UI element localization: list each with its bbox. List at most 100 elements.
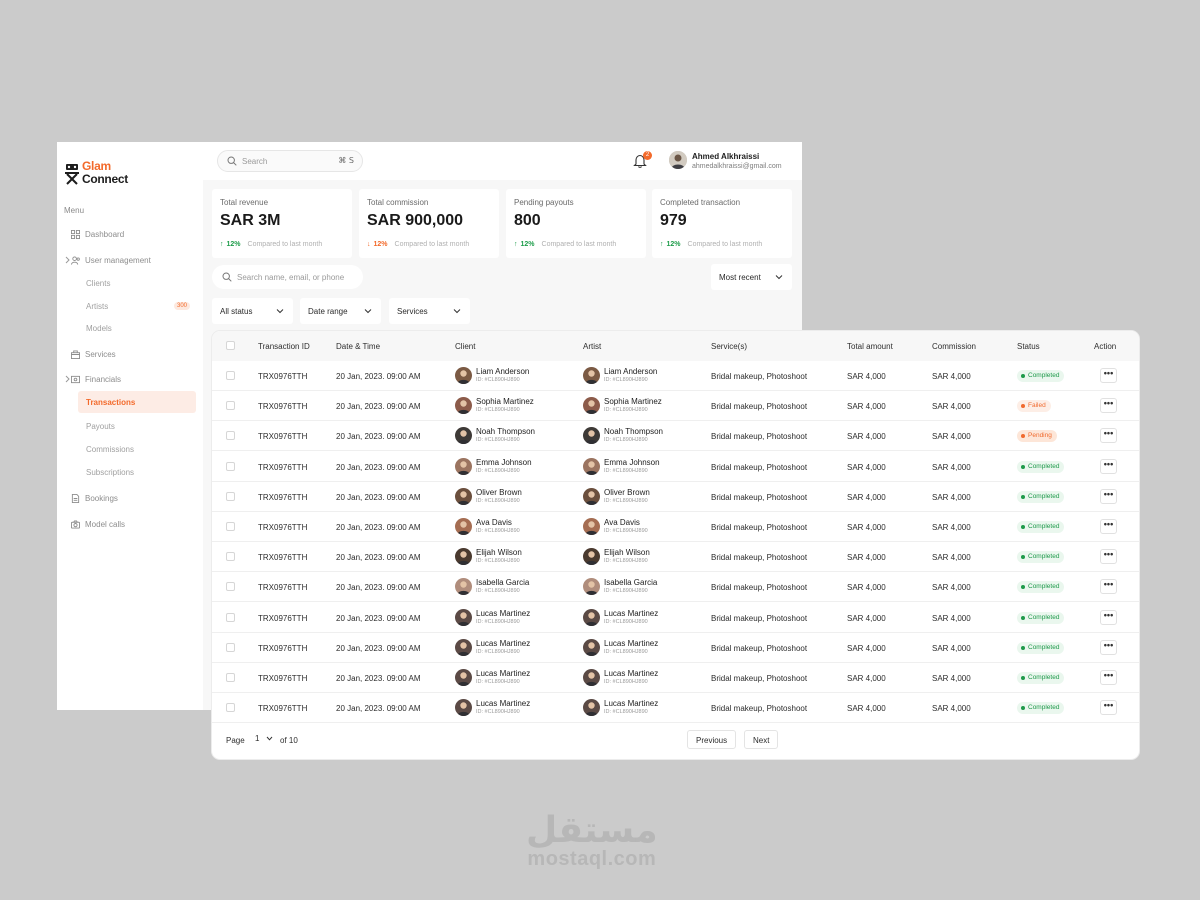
row-actions-button[interactable]: •••	[1100, 670, 1117, 685]
col-total-amount[interactable]: Total amount	[847, 342, 893, 351]
sidebar-subitem-payouts[interactable]: Payouts	[86, 422, 115, 431]
sidebar-subitem-transactions[interactable]: Transactions	[78, 391, 196, 413]
avatar[interactable]	[669, 151, 687, 169]
row-checkbox[interactable]	[226, 642, 235, 652]
cell-client-name[interactable]: Oliver Brown	[476, 488, 522, 497]
row-actions-button[interactable]: •••	[1100, 579, 1117, 595]
sidebar-subitem-artists[interactable]: Artists	[86, 302, 108, 311]
cell-artist-name[interactable]: Ava Davis	[604, 518, 640, 527]
table-row[interactable]: TRX0976TTH 20 Jan, 2023. 09:00 AM Liam And…	[212, 361, 1139, 391]
row-actions-button[interactable]: •••	[1100, 488, 1117, 504]
table-row[interactable]: TRX0976TTH 20 Jan, 2023. 09:00 AM Isabella…	[212, 572, 1139, 603]
cell-client-name[interactable]: Elijah Wilson	[476, 548, 522, 557]
sidebar-item-services[interactable]: Services	[71, 347, 116, 361]
sidebar-subitem-clients[interactable]: Clients	[86, 279, 110, 288]
sidebar-subitem-models[interactable]: Models	[86, 324, 112, 333]
date-range-dropdown[interactable]: Date range	[300, 298, 381, 324]
row-checkbox[interactable]	[226, 673, 235, 682]
row-checkbox[interactable]	[226, 371, 235, 380]
row-checkbox[interactable]	[226, 582, 235, 592]
cell-artist-name[interactable]: Lucas Martinez	[604, 669, 658, 678]
table-row[interactable]: TRX0976TTH 20 Jan, 2023. 09:00 AM Lucas Ma…	[212, 663, 1139, 693]
col-artist[interactable]: Artist	[583, 342, 601, 351]
cell-artist-name[interactable]: Elijah Wilson	[604, 548, 650, 557]
global-search-input[interactable]: Search ⌘ S	[217, 150, 363, 172]
sidebar-subitem-commissions[interactable]: Commissions	[86, 445, 134, 454]
cell-services: Bridal makeup, Photoshoot	[711, 523, 808, 532]
cell-client-name[interactable]: Emma Johnson	[476, 458, 532, 467]
table-row[interactable]: TRX0976TTH 20 Jan, 2023. 09:00 AM Elijah W…	[212, 542, 1139, 573]
cell-artist-name[interactable]: Isabella Garcia	[604, 578, 657, 587]
cell-artist-id: ID: #CL890HJ890	[604, 709, 648, 716]
col-services[interactable]: Service(s)	[711, 342, 747, 351]
row-actions-button[interactable]: •••	[1100, 700, 1117, 716]
avatar	[455, 487, 472, 505]
col-status[interactable]: Status	[1017, 342, 1040, 351]
row-actions-button[interactable]: •••	[1100, 639, 1117, 655]
row-checkbox[interactable]	[226, 612, 235, 622]
row-actions-button[interactable]: •••	[1100, 549, 1117, 565]
col-client[interactable]: Client	[455, 342, 475, 351]
col-date-time[interactable]: Date & Time	[336, 342, 380, 351]
page-select[interactable]: 1	[255, 734, 273, 743]
table-row[interactable]: TRX0976TTH 20 Jan, 2023. 09:00 AM Lucas Ma…	[212, 633, 1139, 663]
transaction-search-input[interactable]: Search name, email, or phone	[212, 265, 363, 289]
table-row[interactable]: TRX0976TTH 20 Jan, 2023. 09:00 AM Lucas Ma…	[212, 693, 1139, 724]
cell-client-name[interactable]: Lucas Martinez	[476, 609, 530, 618]
col-commission[interactable]: Commission	[932, 342, 976, 351]
row-checkbox[interactable]	[226, 491, 235, 501]
row-checkbox[interactable]	[226, 522, 235, 531]
cell-date-time: 20 Jan, 2023. 09:00 AM	[336, 462, 421, 472]
cell-artist-name[interactable]: Oliver Brown	[604, 488, 650, 497]
table-row[interactable]: TRX0976TTH 20 Jan, 2023. 09:00 AM Lucas Ma…	[212, 603, 1139, 633]
cell-client-name[interactable]: Lucas Martinez	[476, 639, 530, 648]
cell-client-name[interactable]: Sophia Martinez	[476, 397, 534, 406]
row-checkbox[interactable]	[226, 552, 235, 562]
client-avatar-icon	[457, 370, 470, 384]
sidebar-item-dashboard[interactable]: Dashboard	[71, 227, 124, 241]
cell-client-name[interactable]: Ava Davis	[476, 518, 512, 527]
row-actions-button[interactable]: •••	[1100, 458, 1117, 474]
table-row[interactable]: TRX0976TTH 20 Jan, 2023. 09:00 AM Ava Davi…	[212, 512, 1139, 542]
table-row[interactable]: TRX0976TTH 20 Jan, 2023. 09:00 AM Noah Tho…	[212, 421, 1139, 452]
row-checkbox[interactable]	[226, 401, 235, 411]
brand-logo[interactable]: Glam Connect	[64, 160, 134, 190]
sidebar-subitem-subscriptions[interactable]: Subscriptions	[86, 468, 134, 477]
row-actions-button[interactable]: •••	[1100, 609, 1117, 625]
cell-transaction-id: TRX0976TTH	[258, 704, 308, 714]
row-checkbox[interactable]	[226, 431, 235, 441]
cell-client-name[interactable]: Lucas Martinez	[476, 699, 530, 708]
sidebar-item-model-calls[interactable]: Model calls	[71, 517, 125, 531]
status-filter-dropdown[interactable]: All status	[212, 298, 293, 324]
cell-artist-name[interactable]: Lucas Martinez	[604, 639, 658, 648]
next-button[interactable]: Next	[744, 730, 779, 749]
services-filter-dropdown[interactable]: Services	[389, 298, 470, 324]
cell-client-name[interactable]: Liam Anderson	[476, 367, 529, 376]
cell-client-name[interactable]: Isabella Garcia	[476, 578, 529, 587]
row-actions-button[interactable]: •••	[1100, 428, 1117, 444]
cell-artist-name[interactable]: Noah Thompson	[604, 427, 663, 436]
sort-dropdown[interactable]: Most recent	[711, 264, 792, 290]
table-row[interactable]: TRX0976TTH 20 Jan, 2023. 09:00 AM Emma Joh…	[212, 452, 1139, 482]
row-actions-button[interactable]: •••	[1100, 519, 1117, 534]
cell-artist-name[interactable]: Emma Johnson	[604, 458, 660, 467]
select-all-checkbox[interactable]	[226, 341, 235, 350]
col-transaction-id[interactable]: Transaction ID	[258, 342, 310, 351]
sidebar-item-financials[interactable]: Financials	[65, 372, 121, 386]
row-checkbox[interactable]	[226, 461, 235, 471]
row-actions-button[interactable]: •••	[1100, 398, 1117, 414]
dashboard-icon	[71, 229, 80, 239]
sidebar-item-bookings[interactable]: Bookings	[71, 491, 118, 505]
cell-client-name[interactable]: Lucas Martinez	[476, 669, 530, 678]
cell-artist-name[interactable]: Lucas Martinez	[604, 609, 658, 618]
cell-artist-name[interactable]: Sophia Martinez	[604, 397, 662, 406]
table-row[interactable]: TRX0976TTH 20 Jan, 2023. 09:00 AM Sophia M…	[212, 391, 1139, 422]
sidebar-item-user-management[interactable]: User management	[65, 253, 151, 267]
cell-client-name[interactable]: Noah Thompson	[476, 427, 535, 436]
table-row[interactable]: TRX0976TTH 20 Jan, 2023. 09:00 AM Oliver B…	[212, 482, 1139, 512]
previous-button[interactable]: Previous	[687, 730, 737, 749]
cell-artist-name[interactable]: Lucas Martinez	[604, 699, 658, 708]
row-actions-button[interactable]: •••	[1100, 368, 1117, 383]
row-checkbox[interactable]	[226, 703, 235, 713]
cell-artist-name[interactable]: Liam Anderson	[604, 367, 657, 376]
